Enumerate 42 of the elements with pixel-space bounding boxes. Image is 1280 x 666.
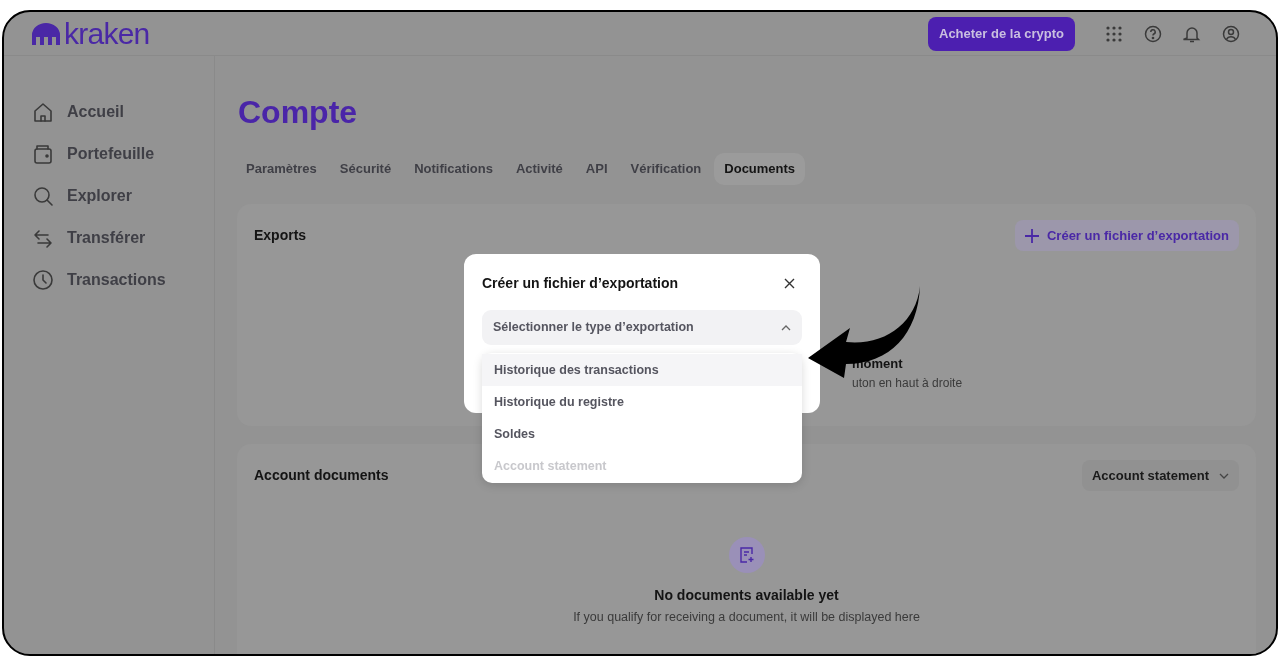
empty-state-text: If you qualify for receiving a document, it will be displayed here xyxy=(573,609,920,626)
tab[interactable]: Paramètres xyxy=(236,153,327,185)
nav-icon xyxy=(32,101,54,123)
tab[interactable]: Sécurité xyxy=(329,153,402,185)
plus-icon xyxy=(1024,228,1039,243)
page-title: Compte xyxy=(237,94,359,130)
dropdown-option[interactable]: Soldes xyxy=(482,418,802,450)
nav-icon xyxy=(32,227,54,249)
tab[interactable]: Notifications xyxy=(404,153,503,185)
card-title: Account documents xyxy=(254,466,389,485)
chevron-down-icon xyxy=(1219,472,1229,479)
dropdown-option[interactable]: Historique du registre xyxy=(482,386,802,418)
document-type-dropdown[interactable]: Account statement xyxy=(1081,460,1239,491)
help-icon[interactable] xyxy=(1144,24,1162,43)
tab[interactable]: Vérification xyxy=(620,153,712,185)
bell-icon[interactable] xyxy=(1183,24,1201,43)
logo-icon xyxy=(30,22,62,45)
export-type-select[interactable]: Sélectionner le type d’exportation xyxy=(482,310,802,345)
create-export-button[interactable]: Créer un fichier d’exportation xyxy=(1014,220,1239,251)
logo-wordmark[interactable]: kraken xyxy=(64,18,150,49)
buy-crypto-button[interactable]: Acheter de la crypto xyxy=(928,16,1075,51)
card-title: Exports xyxy=(254,226,307,245)
tab[interactable]: Documents xyxy=(714,153,806,185)
tab[interactable]: Activité xyxy=(505,153,573,185)
close-icon[interactable] xyxy=(784,278,795,289)
sidebar-item[interactable]: Accueil xyxy=(67,100,124,124)
account-icon[interactable] xyxy=(1222,24,1240,43)
sidebar-item[interactable]: Transactions xyxy=(67,268,166,292)
grid-icon[interactable] xyxy=(1105,24,1123,43)
nav-icon xyxy=(32,269,54,291)
nav-icon xyxy=(32,143,54,165)
sidebar-item[interactable]: Transférer xyxy=(67,226,146,250)
empty-state-title: No documents available yet xyxy=(654,586,839,605)
empty-state-text: uton en haut à droite xyxy=(852,375,963,392)
dropdown-option[interactable]: Historique des transactions xyxy=(482,354,802,386)
caret-icon xyxy=(781,324,791,331)
modal-title: Créer un fichier d’exportation xyxy=(482,274,679,293)
nav-icon xyxy=(32,185,54,207)
sidebar-item[interactable]: Explorer xyxy=(67,184,132,208)
document-icon xyxy=(728,537,765,573)
sidebar-item[interactable]: Portefeuille xyxy=(67,142,155,166)
tab[interactable]: API xyxy=(575,153,618,185)
